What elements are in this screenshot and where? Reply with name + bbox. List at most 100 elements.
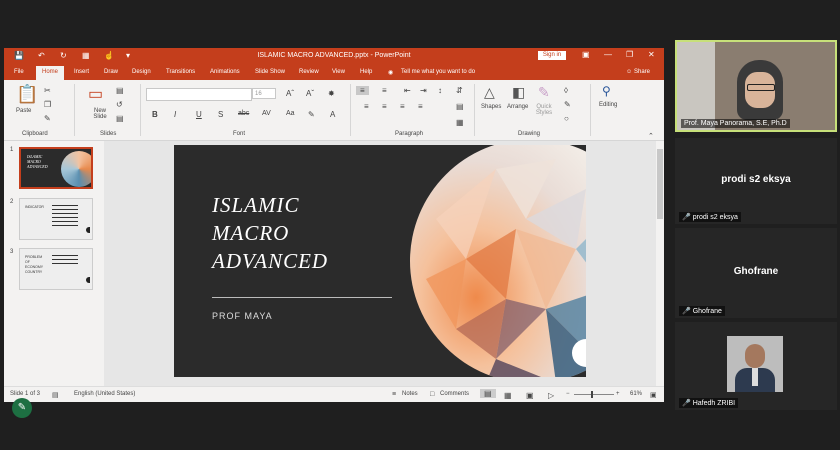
ribbon-display-icon[interactable]: ▣ xyxy=(582,50,590,59)
italic-icon[interactable]: I xyxy=(174,110,176,119)
align-text-icon[interactable]: ▤ xyxy=(456,102,464,111)
align-center-icon[interactable]: ≡ xyxy=(382,102,387,111)
zoom-slider[interactable] xyxy=(574,394,614,395)
tab-transitions[interactable]: Transitions xyxy=(166,69,195,75)
sign-in-button[interactable]: Sign in xyxy=(538,51,566,60)
editing-button[interactable]: Editing xyxy=(599,102,617,108)
shape-outline-icon[interactable]: ✎ xyxy=(564,100,571,109)
tab-view[interactable]: View xyxy=(332,69,345,75)
comments-icon[interactable]: □ xyxy=(430,391,434,398)
highlight-icon[interactable]: ✎ xyxy=(308,110,315,119)
reading-view-icon[interactable]: ▣ xyxy=(526,391,534,400)
shape-effects-icon[interactable]: ○ xyxy=(564,114,569,123)
close-icon[interactable]: ✕ xyxy=(648,50,655,59)
zoom-out-icon[interactable]: − xyxy=(566,391,570,397)
text-direction-icon[interactable]: ⇵ xyxy=(456,86,463,95)
arrange-icon[interactable]: ◧ xyxy=(512,84,525,101)
justify-icon[interactable]: ≡ xyxy=(418,102,423,111)
shape-fill-icon[interactable]: ◊ xyxy=(564,86,568,95)
new-slide-button[interactable]: New Slide xyxy=(88,108,112,120)
shadow-icon[interactable]: S xyxy=(218,110,223,119)
fit-slide-icon[interactable]: ▣ xyxy=(650,391,657,399)
share-button[interactable]: Share xyxy=(634,69,650,75)
align-right-icon[interactable]: ≡ xyxy=(400,102,405,111)
format-painter-icon[interactable]: ✎ xyxy=(44,114,51,123)
change-case-icon[interactable]: Aa xyxy=(286,110,295,117)
scroll-thumb[interactable] xyxy=(657,149,663,219)
tab-draw[interactable]: Draw xyxy=(104,69,118,75)
tab-file[interactable]: File xyxy=(14,69,24,75)
shapes-button[interactable]: Shapes xyxy=(481,104,501,110)
bold-icon[interactable]: B xyxy=(152,110,158,119)
spelling-icon[interactable]: ▤ xyxy=(52,391,59,399)
new-slide-icon[interactable]: ▭ xyxy=(88,84,103,104)
copy-icon[interactable]: ❐ xyxy=(44,100,51,109)
font-color-icon[interactable]: A xyxy=(330,110,335,119)
notes-button[interactable]: Notes xyxy=(402,391,418,397)
clear-formatting-icon[interactable]: ✸ xyxy=(328,89,335,98)
tab-help[interactable]: Help xyxy=(360,69,372,75)
participant-tile-3[interactable]: Ghofrane 🎤 Ghofrane xyxy=(675,228,837,318)
slide-thumbnail-3[interactable]: PROBLEM OF ECONOMY COUNTRY xyxy=(19,248,93,290)
tab-review[interactable]: Review xyxy=(299,69,319,75)
shapes-icon[interactable]: △ xyxy=(484,84,495,101)
slide-sorter-icon[interactable]: ▦ xyxy=(504,391,512,400)
language-indicator[interactable]: English (United States) xyxy=(74,391,135,397)
increase-indent-icon[interactable]: ⇥ xyxy=(420,86,427,95)
annotate-pen-icon[interactable]: ✎ xyxy=(12,398,32,418)
participant-name-label: 🎤 Ghofrane xyxy=(679,306,725,316)
slide-subtitle[interactable]: PROF MAYA xyxy=(212,311,273,321)
smartart-icon[interactable]: ▦ xyxy=(456,118,464,127)
quick-styles-button[interactable]: Quick Styles xyxy=(532,104,556,116)
status-bar: Slide 1 of 3 ▤ English (United States) ≡… xyxy=(4,386,664,402)
slide-thumbnail-2[interactable]: INDICATOR xyxy=(19,198,93,240)
slideshow-icon[interactable]: ▷ xyxy=(548,391,554,400)
layout-icon[interactable]: ▤ xyxy=(116,86,124,95)
zoom-in-icon[interactable]: + xyxy=(616,391,620,397)
align-left-icon[interactable]: ≡ xyxy=(364,102,369,111)
underline-icon[interactable]: U xyxy=(196,110,202,119)
vertical-scrollbar[interactable] xyxy=(656,141,664,386)
decrease-font-icon[interactable]: Aˇ xyxy=(306,89,314,98)
increase-font-icon[interactable]: Aˆ xyxy=(286,89,294,98)
character-spacing-icon[interactable]: AV xyxy=(262,110,271,117)
decrease-indent-icon[interactable]: ⇤ xyxy=(404,86,411,95)
paste-label[interactable]: Paste xyxy=(16,108,31,114)
tab-slide-show[interactable]: Slide Show xyxy=(255,69,285,75)
arrange-button[interactable]: Arrange xyxy=(507,104,528,110)
font-size-combobox[interactable]: 16 xyxy=(252,88,276,99)
search-icon[interactable]: ⚲ xyxy=(602,84,611,98)
participant-tile-4[interactable]: 🎤 Hafedh ZRIBI xyxy=(675,322,837,410)
tell-me-search[interactable]: Tell me what you want to do xyxy=(401,69,475,75)
collapse-ribbon-icon[interactable]: ⌃ xyxy=(648,132,654,140)
current-slide[interactable]: ISLAMIC MACRO ADVANCED PROF MAYA xyxy=(174,145,586,377)
muted-mic-icon: 🎤 xyxy=(682,400,691,407)
numbering-icon[interactable]: ≡ xyxy=(382,86,387,95)
slide-title[interactable]: ISLAMIC MACRO ADVANCED xyxy=(212,191,328,275)
paste-icon[interactable]: 📋 xyxy=(16,84,38,105)
participant-tile-speaker[interactable]: Prof. Maya Panorama, S.E, Ph.D xyxy=(675,40,837,132)
notes-icon[interactable]: ≡ xyxy=(392,391,396,398)
slide-thumbnail-1[interactable]: ISLAMIC MACRO ADVANCED xyxy=(19,147,93,189)
restore-icon[interactable]: ❐ xyxy=(626,50,633,59)
normal-view-icon[interactable]: ▤ xyxy=(480,389,496,398)
cut-icon[interactable]: ✂ xyxy=(44,86,51,95)
reset-icon[interactable]: ↺ xyxy=(116,100,123,109)
tab-home[interactable]: Home xyxy=(36,66,65,80)
line-spacing-icon[interactable]: ↕ xyxy=(438,86,442,95)
share-icon[interactable]: ☺ xyxy=(626,69,632,75)
bullets-icon[interactable]: ≡ xyxy=(356,86,369,95)
minimize-icon[interactable]: — xyxy=(604,50,612,59)
strikethrough-icon[interactable]: abc xyxy=(238,110,249,117)
zoom-slider-handle[interactable] xyxy=(591,391,593,398)
font-name-combobox[interactable] xyxy=(146,88,252,101)
tab-animations[interactable]: Animations xyxy=(210,69,240,75)
section-icon[interactable]: ▤ xyxy=(116,114,124,123)
participant-tile-2[interactable]: prodi s2 eksya 🎤 prodi s2 eksya xyxy=(675,138,837,224)
quick-styles-icon[interactable]: ✎ xyxy=(538,84,550,101)
tab-insert[interactable]: Insert xyxy=(74,69,89,75)
zoom-level[interactable]: 61% xyxy=(630,391,642,397)
comments-button[interactable]: Comments xyxy=(440,391,469,397)
thumbnail-number: 3 xyxy=(10,249,14,255)
tab-design[interactable]: Design xyxy=(132,69,151,75)
